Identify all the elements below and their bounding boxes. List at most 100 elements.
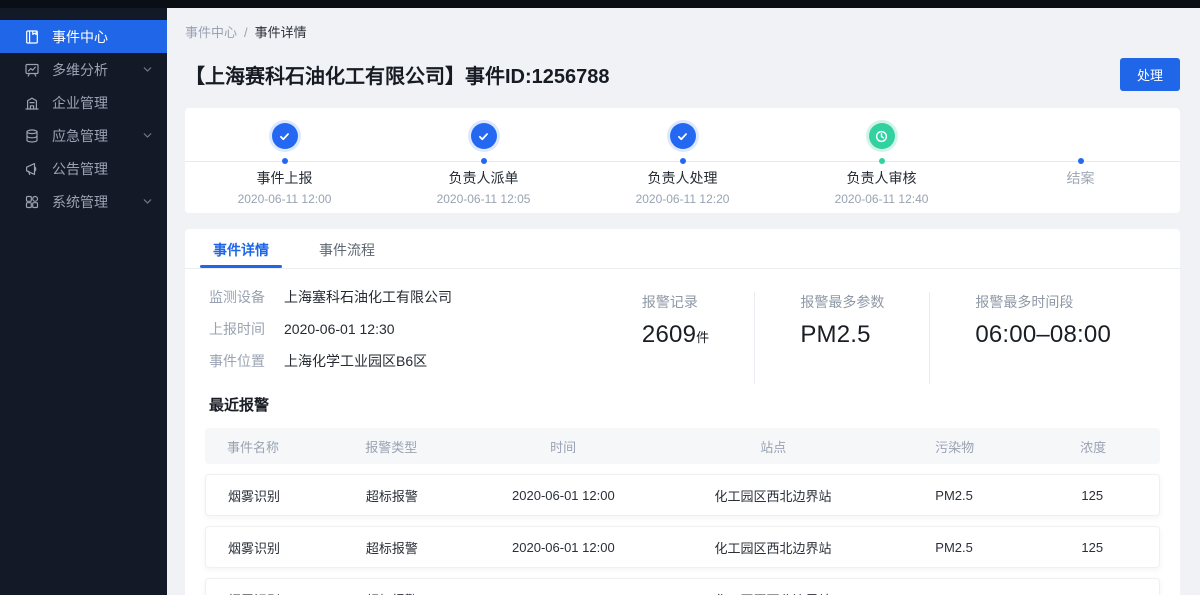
breadcrumb-parent[interactable]: 事件中心 xyxy=(185,25,237,40)
process-button[interactable]: 处理 xyxy=(1120,58,1180,91)
database-icon xyxy=(24,128,40,144)
sidebar-item-enterprise-mgmt[interactable]: 企业管理 xyxy=(0,86,167,119)
stat-unit: 件 xyxy=(696,330,709,345)
recent-alarms-title: 最近报警 xyxy=(185,384,1180,415)
timeline-step-label: 负责人派单 xyxy=(449,168,519,188)
table-cell: 烟雾识别 xyxy=(206,590,320,595)
column-header: 污染物 xyxy=(883,437,1026,456)
event-detail-card: 事件详情 事件流程 监测设备 上海塞科石油化工有限公司 上报时间 2020-06-… xyxy=(185,229,1180,595)
timeline-dot xyxy=(680,158,686,164)
sidebar-item-multi-analysis[interactable]: 多维分析 xyxy=(0,53,167,86)
field-label: 上报时间 xyxy=(209,320,267,339)
timeline-step-3: 负责人处理 2020-06-11 12:20 xyxy=(583,108,782,213)
breadcrumb-current: 事件详情 xyxy=(255,25,307,40)
timeline-dot xyxy=(879,158,885,164)
detail-field: 上报时间 2020-06-01 12:30 xyxy=(209,320,559,339)
timeline-step-label: 负责人处理 xyxy=(648,168,718,188)
stat-label: 报警最多参数 xyxy=(800,292,884,312)
timeline: 事件上报 2020-06-11 12:00 负责人派单 2020-06-11 1… xyxy=(185,108,1180,213)
chevron-down-icon xyxy=(142,196,153,207)
table-cell: 烟雾识别 xyxy=(206,538,320,557)
column-header: 时间 xyxy=(463,437,664,456)
table-cell: 2020-06-01 12:00 xyxy=(463,488,663,503)
stat-label: 报警记录 xyxy=(642,292,709,312)
building-icon xyxy=(24,95,40,111)
page-title: 【上海赛科石油化工有限公司】事件ID:1256788 xyxy=(185,60,610,89)
table-body: 烟雾识别超标报警2020-06-01 12:00化工园区西北边界站PM2.512… xyxy=(205,474,1160,595)
sidebar-item-label: 企业管理 xyxy=(52,93,108,113)
column-header: 站点 xyxy=(663,437,883,456)
sidebar-item-label: 公告管理 xyxy=(52,159,108,179)
timeline-card: 事件上报 2020-06-11 12:00 负责人派单 2020-06-11 1… xyxy=(185,108,1180,213)
table-row[interactable]: 烟雾识别超标报警2020-06-01 12:00化工园区西北边界站PM2.512… xyxy=(205,578,1160,595)
timeline-step-time: 2020-06-11 12:20 xyxy=(636,192,730,206)
table-cell: 2020-06-01 12:00 xyxy=(463,592,663,595)
field-value: 上海化学工业园区B6区 xyxy=(284,352,427,371)
timeline-step-time: 2020-06-11 12:40 xyxy=(835,192,929,206)
top-dark-bar xyxy=(0,0,1200,8)
table-cell: 125 xyxy=(1026,488,1159,503)
timeline-step-time: 2020-06-11 12:00 xyxy=(238,192,332,206)
app-root: 事件中心 多维分析 企业管理 应急管理 公告管理 系统管理 xyxy=(0,0,1200,595)
detail-summary: 监测设备 上海塞科石油化工有限公司 上报时间 2020-06-01 12:30 … xyxy=(185,269,1180,384)
table-cell: 超标报警 xyxy=(320,486,463,505)
timeline-step-time: 2020-06-11 12:05 xyxy=(437,192,531,206)
sidebar-item-label: 事件中心 xyxy=(52,27,108,47)
sidebar-item-label: 应急管理 xyxy=(52,126,108,146)
sidebar-item-label: 多维分析 xyxy=(52,60,108,80)
sidebar-item-event-center[interactable]: 事件中心 xyxy=(0,20,167,53)
chevron-down-icon xyxy=(142,130,153,141)
table-cell: PM2.5 xyxy=(883,592,1026,595)
tab-event-flow[interactable]: 事件流程 xyxy=(315,229,379,268)
clock-icon xyxy=(869,123,895,149)
table-row[interactable]: 烟雾识别超标报警2020-06-01 12:00化工园区西北边界站PM2.512… xyxy=(205,526,1160,568)
timeline-step-label: 负责人审核 xyxy=(847,168,917,188)
timeline-step-5: 结案 xyxy=(981,108,1180,213)
stat-value: 2609件 xyxy=(642,321,709,349)
stat-value: PM2.5 xyxy=(800,321,884,349)
check-icon xyxy=(272,123,298,149)
sidebar-item-label: 系统管理 xyxy=(52,192,108,212)
sidebar-item-system-mgmt[interactable]: 系统管理 xyxy=(0,185,167,218)
alarms-table: 事件名称报警类型时间站点污染物浓度 烟雾识别超标报警2020-06-01 12:… xyxy=(205,428,1160,595)
breadcrumb-separator: / xyxy=(244,25,248,40)
table-cell: 化工园区西北边界站 xyxy=(663,538,882,557)
tab-bar: 事件详情 事件流程 xyxy=(185,229,1180,269)
timeline-step-label: 事件上报 xyxy=(257,168,313,188)
detail-field: 事件位置 上海化学工业园区B6区 xyxy=(209,352,559,371)
timeline-dot xyxy=(481,158,487,164)
table-cell: 超标报警 xyxy=(320,538,463,557)
table-cell: 125 xyxy=(1026,592,1159,595)
check-icon xyxy=(670,123,696,149)
sidebar-item-announcement-mgmt[interactable]: 公告管理 xyxy=(0,152,167,185)
stat-label: 报警最多时间段 xyxy=(975,292,1111,312)
table-row[interactable]: 烟雾识别超标报警2020-06-01 12:00化工园区西北边界站PM2.512… xyxy=(205,474,1160,516)
content-area: 事件中心/事件详情 【上海赛科石油化工有限公司】事件ID:1256788 处理 … xyxy=(167,0,1200,595)
table-cell: PM2.5 xyxy=(883,540,1026,555)
timeline-step-2: 负责人派单 2020-06-11 12:05 xyxy=(384,108,583,213)
stat-block: 报警最多参数 PM2.5 xyxy=(754,292,929,384)
sidebar-menu: 事件中心 多维分析 企业管理 应急管理 公告管理 系统管理 xyxy=(0,20,167,218)
table-cell: PM2.5 xyxy=(883,488,1026,503)
breadcrumb: 事件中心 / 事件详情 xyxy=(185,22,1180,41)
timeline-step-label: 结案 xyxy=(1067,168,1095,188)
table-cell: 化工园区西北边界站 xyxy=(663,590,882,595)
grid-icon xyxy=(24,194,40,210)
alarm-stats: 报警记录 2609件 报警最多参数 PM2.5 报警最多时间段 06:00–08… xyxy=(597,292,1156,384)
column-header: 报警类型 xyxy=(320,437,463,456)
sidebar: 事件中心 多维分析 企业管理 应急管理 公告管理 系统管理 xyxy=(0,0,167,595)
check-icon xyxy=(471,123,497,149)
megaphone-icon xyxy=(24,161,40,177)
timeline-dot xyxy=(1078,158,1084,164)
detail-field: 监测设备 上海塞科石油化工有限公司 xyxy=(209,288,559,307)
stat-value: 06:00–08:00 xyxy=(975,321,1111,349)
table-cell: 烟雾识别 xyxy=(206,486,320,505)
detail-fields: 监测设备 上海塞科石油化工有限公司 上报时间 2020-06-01 12:30 … xyxy=(209,288,559,384)
table-cell: 2020-06-01 12:00 xyxy=(463,540,663,555)
table-cell: 超标报警 xyxy=(320,590,463,595)
field-label: 监测设备 xyxy=(209,288,267,307)
tab-event-details[interactable]: 事件详情 xyxy=(209,229,273,268)
field-value: 上海塞科石油化工有限公司 xyxy=(284,288,452,307)
column-header: 浓度 xyxy=(1026,437,1160,456)
sidebar-item-emergency-mgmt[interactable]: 应急管理 xyxy=(0,119,167,152)
